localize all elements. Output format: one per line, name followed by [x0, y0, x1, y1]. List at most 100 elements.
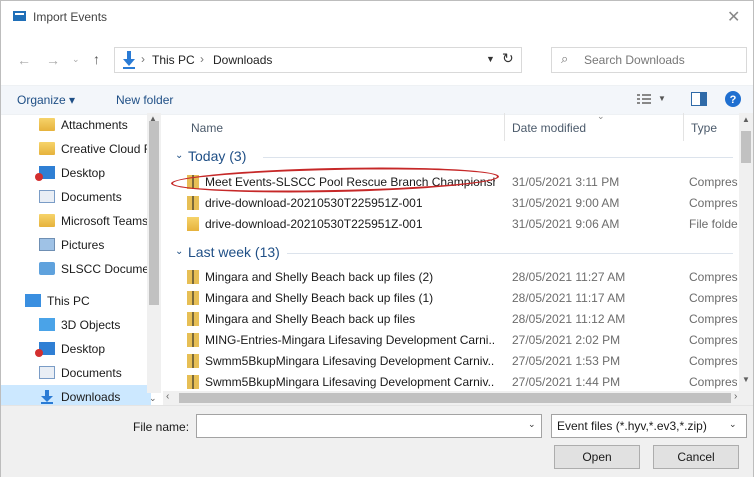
breadcrumb-separator: › [141, 52, 145, 66]
folder-icon [39, 118, 55, 131]
address-dropdown-icon[interactable]: ▼ [486, 54, 495, 64]
file-date: 31/05/2021 3:11 PM [512, 175, 620, 189]
view-dropdown-icon[interactable]: ▼ [658, 94, 666, 103]
column-divider[interactable] [683, 113, 684, 141]
group-collapse-icon[interactable]: ⌄ [175, 150, 183, 161]
nav-item-slscc-documents[interactable]: SLSCC Documer [1, 257, 154, 281]
zip-file-icon [187, 312, 199, 326]
nav-item-downloads[interactable]: Downloads [1, 385, 151, 405]
back-arrow-icon[interactable]: ← [17, 52, 31, 68]
nav-item-label: Desktop [61, 166, 106, 180]
column-header-date[interactable]: Date modified [512, 121, 586, 135]
file-name: Mingara and Shelly Beach back up files (… [205, 291, 434, 305]
nav-item-desktop[interactable]: Desktop [1, 161, 151, 185]
file-type: Compres [689, 375, 737, 389]
file-list-scroll-thumb[interactable] [741, 131, 751, 163]
nav-item-documents-pc[interactable]: Documents [1, 361, 151, 385]
view-options-icon[interactable] [637, 93, 651, 105]
nav-item-pictures[interactable]: Pictures [1, 233, 151, 257]
nav-item-attachments[interactable]: Attachments [1, 113, 151, 137]
file-name: drive-download-20210530T225951Z-001 [205, 217, 423, 231]
downloads-arrow-icon [123, 51, 135, 69]
nav-scroll-down-icon[interactable]: ⌄ [149, 393, 157, 404]
file-type: Compres [689, 175, 738, 189]
breadcrumb-this-pc[interactable]: This PC [152, 53, 195, 67]
nav-item-creative-cloud[interactable]: Creative Cloud F [1, 137, 151, 161]
document-icon [39, 366, 55, 379]
file-row[interactable]: Mingara and Shelly Beach back up files (… [175, 267, 738, 288]
file-name-dropdown-icon[interactable]: ⌄ [528, 419, 536, 430]
open-button[interactable]: Open [554, 445, 640, 469]
nav-item-this-pc[interactable]: This PC [1, 289, 151, 313]
file-type: Compres [689, 354, 738, 368]
zip-file-icon [187, 333, 199, 347]
forward-arrow-icon[interactable]: → [46, 52, 60, 68]
file-name: Mingara and Shelly Beach back up files (… [205, 270, 434, 284]
breadcrumb-separator: › [200, 52, 204, 66]
file-date: 31/05/2021 9:00 AM [512, 196, 620, 210]
file-name-input[interactable] [196, 414, 542, 438]
zip-file-icon [187, 291, 199, 305]
cancel-button[interactable]: Cancel [653, 445, 739, 469]
svg-text:?: ? [730, 94, 737, 106]
file-row[interactable]: Swmm5BkupMingara Lifesaving Development … [175, 372, 737, 390]
nav-item-label: Creative Cloud F [61, 142, 152, 156]
new-folder-button[interactable]: New folder [116, 93, 173, 107]
nav-item-label: Documents [61, 190, 122, 204]
file-row[interactable]: Mingara and Shelly Beach back up files (… [175, 288, 738, 309]
nav-item-documents[interactable]: Documents [1, 185, 151, 209]
scroll-up-icon[interactable]: ▲ [742, 115, 750, 124]
breadcrumb-downloads[interactable]: Downloads [213, 53, 272, 67]
horizontal-scroll-thumb[interactable] [179, 393, 731, 403]
file-type: Compres [689, 312, 738, 326]
file-name: Swmm5BkupMingara Lifesaving Development … [205, 375, 495, 389]
organize-menu[interactable]: Organize ▾ [17, 93, 75, 107]
preview-pane-icon[interactable] [691, 92, 707, 106]
file-row[interactable]: MING-Entries-Mingara Lifesaving Developm… [175, 330, 738, 351]
group-header-last-week[interactable]: Last week (13) [188, 244, 280, 260]
file-row[interactable]: drive-download-20210530T225951Z-001 31/0… [175, 193, 738, 214]
file-row[interactable]: Mingara and Shelly Beach back up files 2… [175, 309, 738, 330]
close-button[interactable]: ✕ [727, 7, 740, 27]
column-header-row [175, 113, 739, 141]
nav-item-label: Downloads [61, 390, 121, 404]
search-icon: ⌕ [561, 51, 569, 66]
zip-file-icon [187, 270, 199, 284]
nav-item-microsoft-teams[interactable]: Microsoft Teams [1, 209, 151, 233]
nav-item-label: Desktop [61, 342, 106, 356]
group-collapse-icon[interactable]: ⌄ [175, 246, 183, 257]
sync-error-icon [35, 173, 43, 181]
nav-item-label: SLSCC Documer [61, 262, 154, 276]
nav-item-label: Microsoft Teams [61, 214, 149, 228]
column-header-type[interactable]: Type [691, 121, 717, 135]
window-title: Import Events [33, 10, 108, 24]
column-divider[interactable] [504, 113, 505, 141]
nav-item-3d-objects[interactable]: 3D Objects [1, 313, 151, 337]
file-row[interactable]: drive-download-20210530T225951Z-001 31/0… [175, 214, 738, 235]
up-arrow-icon[interactable]: ↑ [93, 51, 100, 67]
nav-scroll-thumb[interactable] [149, 121, 159, 305]
nav-item-label: This PC [47, 294, 90, 308]
file-row[interactable]: Swmm5BkupMingara Lifesaving Development … [175, 351, 738, 372]
group-header-today[interactable]: Today (3) [188, 148, 246, 164]
folder-icon [39, 214, 55, 227]
nav-item-desktop-pc[interactable]: Desktop [1, 337, 151, 361]
scroll-left-icon[interactable]: ‹ [166, 391, 169, 402]
recent-chevron-icon[interactable]: ⌄ [72, 54, 80, 65]
file-type-dropdown-icon[interactable]: ⌄ [729, 419, 737, 430]
scroll-down-icon[interactable]: ▼ [742, 375, 750, 384]
nav-item-label: Documents [61, 366, 122, 380]
column-header-name[interactable]: Name [191, 121, 223, 135]
file-name: drive-download-20210530T225951Z-001 [205, 196, 423, 210]
file-name: Swmm5BkupMingara Lifesaving Development … [205, 354, 495, 368]
file-type: Compres [689, 333, 738, 347]
group-divider [263, 157, 733, 158]
file-type: Compres [689, 270, 738, 284]
refresh-icon[interactable]: ↻ [502, 50, 514, 67]
help-icon[interactable]: ? [725, 91, 741, 107]
zip-file-icon [187, 196, 199, 210]
scroll-right-icon[interactable]: › [734, 391, 737, 402]
folder-icon [187, 217, 199, 231]
file-name: MING-Entries-Mingara Lifesaving Developm… [205, 333, 495, 347]
nav-item-label: Pictures [61, 238, 105, 252]
